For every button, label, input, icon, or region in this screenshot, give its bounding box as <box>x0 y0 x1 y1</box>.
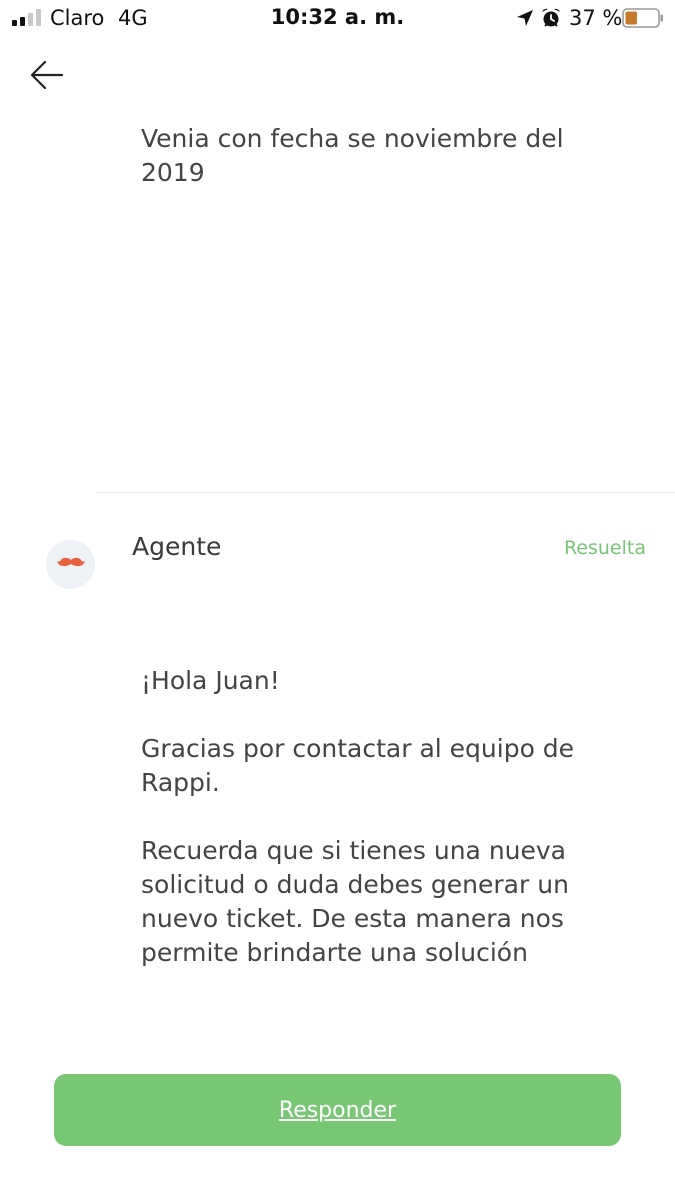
location-arrow-icon <box>517 10 533 26</box>
message-paragraph: Recuerda que si tienes una nueva solicit… <box>141 836 569 967</box>
battery-icon <box>622 8 663 28</box>
agent-message-body: ¡Hola Juan! Gracias por contactar al equ… <box>141 664 601 1004</box>
mustache-icon <box>57 557 85 567</box>
battery-percent: 37 % <box>569 6 623 30</box>
status-bar: Claro 4G 10:32 a. m. 37 % <box>0 0 675 38</box>
alarm-clock-icon <box>542 8 560 27</box>
message-divider <box>96 492 675 493</box>
sender-name: Agente <box>132 532 222 561</box>
ticket-detail-screen: Claro 4G 10:32 a. m. 37 % Venia con fech… <box>0 0 675 1200</box>
message-paragraph: Gracias por contactar al equipo de Rappi… <box>141 734 575 797</box>
reply-button[interactable]: Responder <box>54 1074 621 1146</box>
previous-message-text: Venia con fecha se noviembre del 2019 <box>141 124 564 187</box>
message-paragraph: ¡Hola Juan! <box>141 666 280 695</box>
ticket-status-label: Resuelta <box>563 537 646 559</box>
agent-avatar <box>46 540 95 589</box>
back-arrow-icon[interactable] <box>24 54 70 96</box>
